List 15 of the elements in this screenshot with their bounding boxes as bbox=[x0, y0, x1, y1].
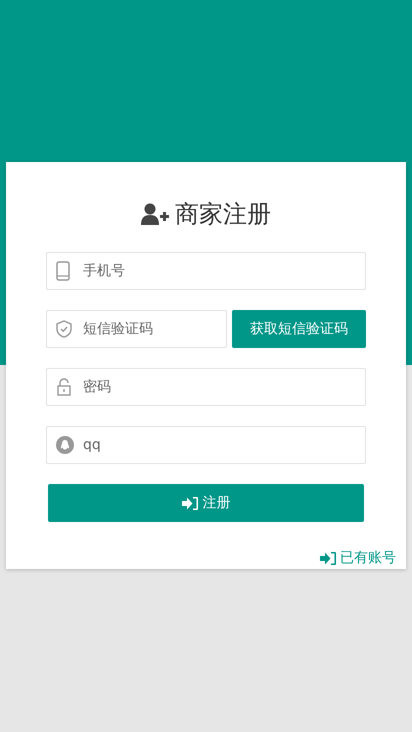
add-user-icon bbox=[141, 203, 171, 225]
page-title: 商家注册 bbox=[175, 199, 271, 230]
get-code-button[interactable]: 获取短信验证码 bbox=[232, 310, 366, 348]
unlocked-padlock-icon bbox=[56, 378, 72, 396]
login-link[interactable]: 已有账号 bbox=[320, 549, 396, 567]
penguin-icon bbox=[56, 436, 74, 454]
password-field[interactable]: 密码 bbox=[46, 368, 366, 406]
phone-field[interactable]: 手机号 bbox=[46, 252, 366, 290]
sms-field[interactable]: 短信验证码 bbox=[46, 310, 227, 348]
sign-in-icon bbox=[182, 496, 198, 510]
shield-check-icon bbox=[56, 320, 72, 338]
qq-field[interactable]: qq bbox=[46, 426, 366, 464]
phone-icon bbox=[56, 261, 70, 281]
register-button[interactable]: 注册 bbox=[48, 484, 364, 522]
sign-in-icon bbox=[320, 550, 337, 566]
